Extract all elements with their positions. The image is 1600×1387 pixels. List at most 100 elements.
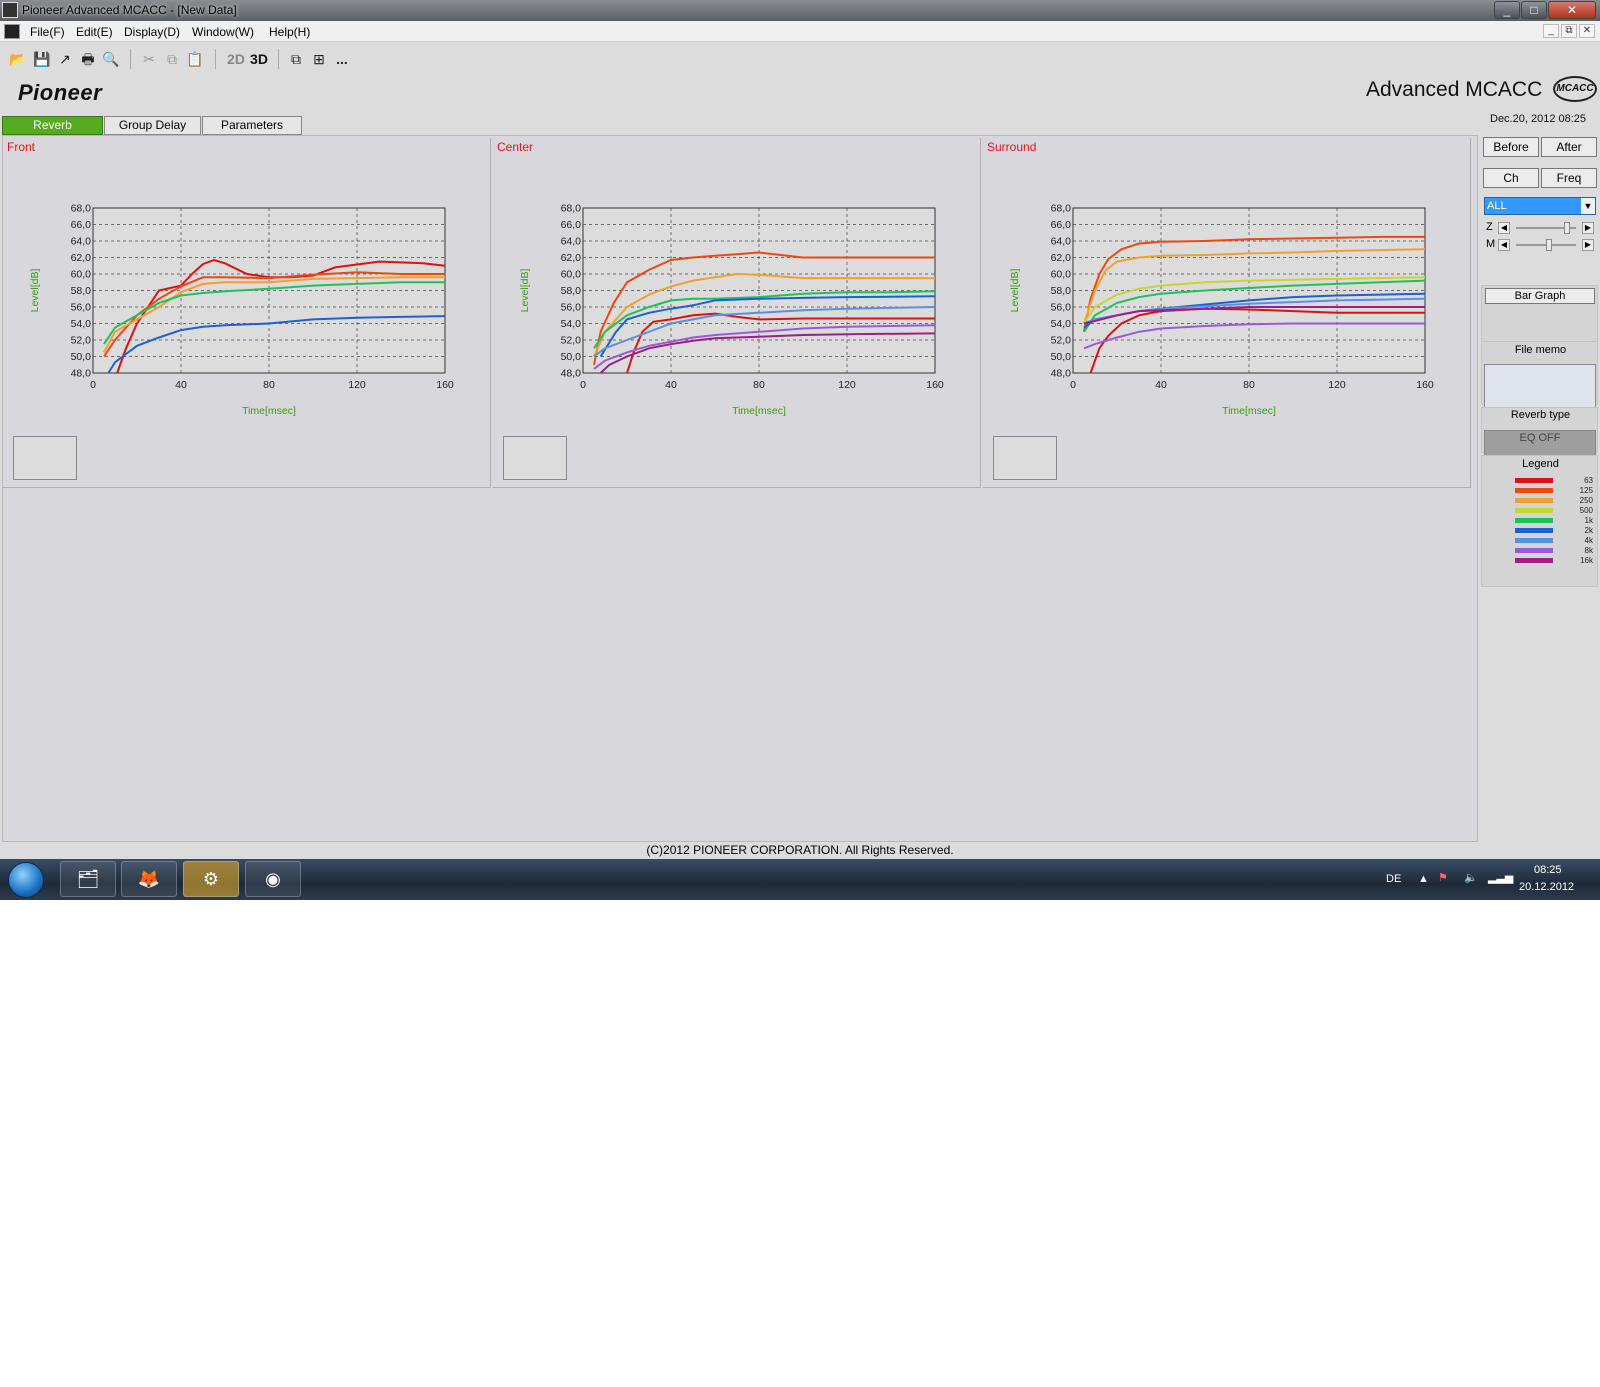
y-tick-label: 58,0 xyxy=(71,285,92,297)
x-tick-label: 80 xyxy=(753,379,765,391)
after-button[interactable]: After xyxy=(1541,137,1597,157)
m-left-arrow-icon[interactable]: ◀ xyxy=(1498,239,1510,251)
control-panel-taskbar-icon[interactable]: ⚙ xyxy=(183,861,239,897)
y-tick-label: 52,0 xyxy=(561,335,582,347)
y-tick-label: 68,0 xyxy=(71,203,92,215)
y-tick-label: 56,0 xyxy=(1051,302,1072,314)
y-tick-label: 68,0 xyxy=(561,203,582,215)
graph-icon[interactable]: ↗ xyxy=(56,50,74,68)
m-slider-thumb[interactable] xyxy=(1546,239,1552,251)
surround-info-box xyxy=(993,436,1057,480)
firefox-taskbar-icon[interactable]: 🦊 xyxy=(121,861,177,897)
m-right-arrow-icon[interactable]: ▶ xyxy=(1582,239,1594,251)
tile-windows-icon[interactable]: ⊞ xyxy=(310,50,328,68)
tab-group-delay[interactable]: Group Delay xyxy=(104,116,201,135)
menu-edit[interactable]: Edit(E) xyxy=(76,25,113,39)
view-2d-button[interactable]: 2D xyxy=(225,50,247,68)
y-tick-label: 60,0 xyxy=(71,269,92,281)
close-button[interactable]: ✕ xyxy=(1548,1,1596,19)
y-tick-label: 62,0 xyxy=(1051,252,1072,264)
tab-reverb[interactable]: Reverb xyxy=(2,116,103,135)
y-tick-label: 68,0 xyxy=(1051,203,1072,215)
mdi-close-button[interactable]: ✕ xyxy=(1579,24,1595,38)
action-center-icon[interactable]: ⚑ xyxy=(1438,871,1448,884)
legend-label: 500 xyxy=(1579,506,1593,515)
mdi-minimize-button[interactable]: _ xyxy=(1543,24,1559,38)
toolbar-separator xyxy=(130,49,131,69)
save-icon[interactable]: 💾 xyxy=(33,50,51,68)
y-tick-label: 60,0 xyxy=(561,269,582,281)
print-icon[interactable]: 🖶 xyxy=(79,50,97,68)
zoom-slider-thumb[interactable] xyxy=(1564,222,1570,234)
clock-date[interactable]: 20.12.2012 xyxy=(1519,881,1574,893)
network-icon[interactable]: ▂▃▅ xyxy=(1488,871,1513,884)
explorer-taskbar-icon[interactable]: 🗂 xyxy=(60,861,116,897)
app-icon xyxy=(2,2,18,18)
cut-icon[interactable]: ✂ xyxy=(140,50,158,68)
center-info-box xyxy=(503,436,567,480)
open-icon[interactable]: 📂 xyxy=(9,50,27,68)
zoom-left-arrow-icon[interactable]: ◀ xyxy=(1498,222,1510,234)
y-tick-label: 64,0 xyxy=(71,236,92,248)
tab-parameters[interactable]: Parameters xyxy=(202,116,302,135)
y-tick-label: 50,0 xyxy=(1051,351,1072,363)
toolbar-separator xyxy=(278,49,279,69)
mcacc-taskbar-icon[interactable]: ◉ xyxy=(245,861,301,897)
x-tick-label: 80 xyxy=(263,379,275,391)
y-tick-label: 50,0 xyxy=(71,351,92,363)
volume-icon[interactable]: 🔈 xyxy=(1464,871,1478,884)
measurement-datetime: Dec.20, 2012 08:25 xyxy=(1490,113,1587,125)
x-tick-label: 0 xyxy=(90,379,96,391)
legend-label: 63 xyxy=(1584,476,1593,485)
show-hidden-icons-icon[interactable]: ▲ xyxy=(1418,873,1429,885)
maximize-button[interactable]: □ xyxy=(1521,1,1547,19)
x-tick-label: 0 xyxy=(580,379,586,391)
menu-file[interactable]: File(F) xyxy=(30,25,65,39)
chevron-down-icon[interactable]: ▼ xyxy=(1581,198,1595,214)
freq-button[interactable]: Freq xyxy=(1541,168,1597,188)
menu-bar: File(F) Edit(E) Display(D) Window(W) Hel… xyxy=(0,21,1600,42)
y-tick-label: 64,0 xyxy=(561,236,582,248)
x-tick-label: 40 xyxy=(665,379,677,391)
ch-button[interactable]: Ch xyxy=(1483,168,1539,188)
file-memo-field[interactable] xyxy=(1484,364,1596,408)
mcacc-logo: MCACC xyxy=(1553,76,1597,102)
title-bar: Pioneer Advanced MCACC - [New Data] _ □ … xyxy=(0,0,1600,21)
y-tick-label: 50,0 xyxy=(561,351,582,363)
surround-chart: 68,0 66,0 64,0 62,0 60,0 58,0 56,0 54,0 52,0 50,0… xyxy=(1009,203,1434,418)
x-tick-label: 120 xyxy=(838,379,856,391)
app-window: Pioneer Advanced MCACC - [New Data] _ □ … xyxy=(0,0,1600,900)
legend-swatch xyxy=(1515,548,1553,553)
before-button[interactable]: Before xyxy=(1483,137,1539,157)
mdi-doc-icon[interactable] xyxy=(4,24,20,39)
y-tick-label: 62,0 xyxy=(71,252,92,264)
bar-graph-button[interactable]: Bar Graph xyxy=(1485,288,1595,304)
language-indicator[interactable]: DE xyxy=(1386,873,1401,885)
minimize-button[interactable]: _ xyxy=(1494,1,1520,19)
zoom-right-arrow-icon[interactable]: ▶ xyxy=(1582,222,1594,234)
more-button[interactable]: ... xyxy=(333,50,351,68)
view-3d-button[interactable]: 3D xyxy=(248,50,270,68)
zoom-slider-row: Z ◀ ▶ xyxy=(1484,221,1596,235)
x-tick-label: 80 xyxy=(1243,379,1255,391)
legend-swatch xyxy=(1515,508,1553,513)
mdi-restore-button[interactable]: ⧉ xyxy=(1561,24,1577,38)
start-button[interactable] xyxy=(8,862,44,898)
channel-select[interactable]: ALL ▼ xyxy=(1484,197,1596,215)
y-tick-label: 56,0 xyxy=(561,302,582,314)
menu-display[interactable]: Display(D) xyxy=(124,25,180,39)
y-tick-label: 64,0 xyxy=(1051,236,1072,248)
copy-icon[interactable]: ⧉ xyxy=(163,50,181,68)
print-preview-icon[interactable]: 🔍 xyxy=(102,50,120,68)
y-axis-label: Level[dB] xyxy=(29,269,41,313)
y-tick-label: 54,0 xyxy=(561,318,582,330)
paste-icon[interactable]: 📋 xyxy=(186,50,204,68)
menu-window[interactable]: Window(W) xyxy=(192,25,254,39)
legend-swatch xyxy=(1515,498,1553,503)
legend-swatch xyxy=(1515,528,1553,533)
cascade-windows-icon[interactable]: ⧉ xyxy=(287,50,305,68)
legend-label: 1k xyxy=(1584,516,1593,525)
menu-help[interactable]: Help(H) xyxy=(269,25,310,39)
center-panel: Center 68,0 66,0 64,0 62,0 60,0 58,0 56,0 54,0 5… xyxy=(493,138,981,488)
clock-time[interactable]: 08:25 xyxy=(1534,864,1562,876)
